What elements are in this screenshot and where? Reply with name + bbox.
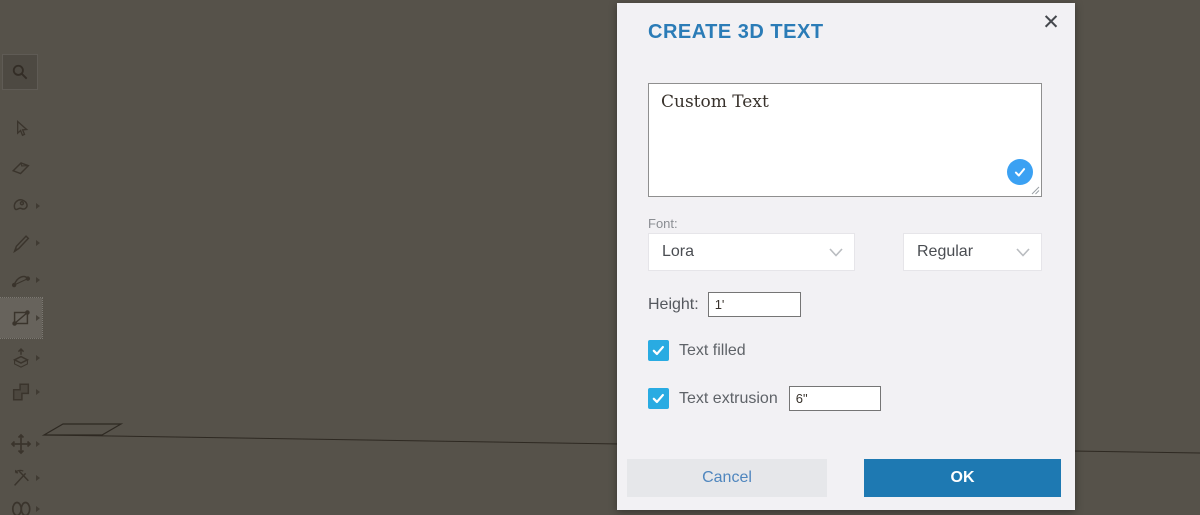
check-icon [652, 393, 664, 404]
ok-button[interactable]: OK [864, 459, 1061, 497]
resize-handle-icon[interactable] [1030, 185, 1040, 195]
submenu-chevron-icon [36, 203, 40, 209]
font-label: Font: [648, 216, 678, 231]
drawn-parallelogram [41, 423, 124, 436]
check-icon [652, 345, 664, 356]
text-input-container: Custom Text [648, 83, 1042, 197]
create-3d-text-dialog: CREATE 3D TEXT ✕ Custom Text Font: Lora … [617, 3, 1075, 510]
tape-measure-icon [11, 501, 31, 515]
rectangle-icon [12, 310, 30, 326]
height-row: Height: [648, 292, 801, 317]
height-label: Height: [648, 295, 699, 313]
arc-icon [11, 275, 31, 288]
font-style-dropdown[interactable]: Regular [903, 233, 1042, 271]
text-filled-label: Text filled [679, 341, 746, 359]
text-filled-checkbox[interactable] [648, 340, 669, 361]
cancel-button[interactable]: Cancel [627, 459, 827, 497]
font-select-row: Lora Regular [648, 233, 1042, 271]
push-pull-tool-button[interactable] [0, 339, 42, 377]
select-cursor-icon [17, 120, 29, 137]
select-tool-button[interactable] [0, 110, 42, 148]
search-icon [12, 64, 28, 80]
rotate-icon [14, 469, 29, 486]
pencil-line-icon [13, 235, 30, 254]
check-icon [1014, 168, 1026, 177]
move-icon [10, 433, 32, 455]
text-extrusion-row: Text extrusion [648, 386, 881, 411]
chevron-down-icon [1016, 248, 1030, 257]
tape-measure-tool-button[interactable] [0, 490, 42, 515]
line-tool-button[interactable] [0, 224, 42, 262]
text-extrusion-label: Text extrusion [679, 389, 778, 407]
offset-icon [12, 383, 30, 401]
arc-tool-button[interactable] [0, 261, 42, 299]
paint-icon [13, 199, 28, 211]
search-tool-button[interactable] [2, 54, 38, 90]
font-style-value: Regular [917, 243, 974, 260]
text-filled-row: Text filled [648, 340, 746, 361]
submenu-chevron-icon [36, 277, 40, 283]
offset-tool-button[interactable] [0, 373, 42, 411]
submenu-chevron-icon [36, 389, 40, 395]
tool-palette [0, 0, 44, 515]
extrusion-depth-input[interactable] [788, 386, 881, 411]
submenu-chevron-icon [36, 355, 40, 361]
submenu-chevron-icon [36, 240, 40, 246]
submenu-chevron-icon [36, 475, 40, 481]
text-extrusion-checkbox[interactable] [648, 388, 669, 409]
paint-tool-button[interactable] [0, 187, 42, 225]
dialog-title: CREATE 3D TEXT [648, 21, 824, 43]
dialog-footer: Cancel OK [617, 459, 1075, 497]
custom-text-input[interactable]: Custom Text [648, 83, 1042, 197]
font-family-dropdown[interactable]: Lora [648, 233, 855, 271]
text-confirmed-badge [1007, 159, 1033, 185]
height-input[interactable] [707, 292, 801, 317]
submenu-chevron-icon [36, 506, 40, 512]
eraser-tool-button[interactable] [0, 149, 42, 187]
move-tool-button[interactable] [0, 425, 42, 463]
submenu-chevron-icon [36, 315, 40, 321]
close-icon[interactable]: ✕ [1039, 11, 1063, 35]
push-pull-icon [12, 347, 30, 368]
chevron-down-icon [829, 248, 843, 257]
shapes-tool-button[interactable] [0, 297, 43, 339]
font-family-value: Lora [662, 243, 695, 260]
submenu-chevron-icon [36, 441, 40, 447]
eraser-icon [11, 162, 30, 175]
